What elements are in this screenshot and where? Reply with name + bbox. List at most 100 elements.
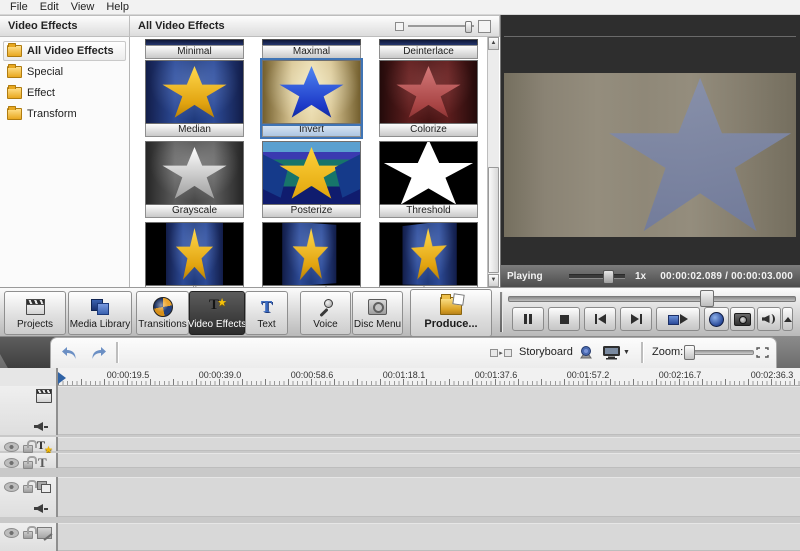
lock-icon[interactable] [23, 440, 37, 453]
tree-item-all-video-effects[interactable]: All Video Effects [3, 41, 126, 61]
previous-button[interactable] [584, 307, 616, 331]
audio-track-header[interactable] [0, 523, 58, 551]
projects-button[interactable]: Projects [4, 291, 66, 335]
visibility-eye-icon[interactable] [4, 441, 19, 452]
fit-to-screen-icon [755, 347, 769, 358]
effect-cell-flip[interactable]: Flip [145, 222, 244, 287]
timeline-corner [0, 337, 56, 368]
ruler-timestamp: 00:00:19.5 [106, 370, 150, 380]
visibility-eye-icon[interactable] [4, 481, 19, 492]
seek-slider-handle[interactable] [700, 290, 714, 307]
display-mode-button[interactable]: ▼ [602, 343, 630, 362]
video-effects-track-lane[interactable] [58, 437, 800, 451]
visibility-eye-icon[interactable] [4, 457, 19, 468]
effect-cell-skew[interactable]: Skew [379, 222, 478, 287]
transitions-icon [152, 296, 173, 317]
menu-help[interactable]: Help [100, 1, 135, 13]
scroll-up-button[interactable]: ▲ [488, 37, 499, 50]
main-video-track [0, 386, 800, 435]
scrollbar-thumb[interactable] [488, 167, 499, 273]
perspective-thumbnail [262, 222, 361, 286]
effect-cell-colorize[interactable]: Colorize [379, 60, 478, 137]
storyboard-label: Storyboard [519, 346, 573, 358]
video-effects-track-header[interactable] [0, 437, 58, 456]
snapshot-button[interactable] [730, 307, 755, 331]
main-video-track-lane[interactable] [58, 386, 800, 435]
mute-speaker-icon[interactable] [34, 504, 48, 513]
flip-thumbnail [145, 222, 244, 286]
effect-cell-invert[interactable]: Invert [260, 58, 363, 139]
tree-item-effect[interactable]: Effect [3, 83, 126, 103]
main-video-track-header[interactable] [0, 386, 58, 435]
media-library-icon [91, 298, 109, 315]
overlay-track-header[interactable] [0, 477, 58, 517]
redo-button[interactable] [86, 343, 110, 362]
produce-button[interactable]: Produce... [410, 289, 492, 337]
monitor-icon [603, 346, 621, 360]
effects-scrollbar[interactable]: ▲ ▼ [487, 37, 499, 287]
effect-label[interactable]: Maximal [262, 45, 361, 59]
video-effects-icon [208, 296, 227, 315]
menu-file[interactable]: File [4, 1, 34, 13]
playback-status: Playing [507, 270, 543, 282]
effect-label: Grayscale [145, 205, 244, 218]
overlay-track-lane[interactable] [58, 477, 800, 517]
timeline-zoom-handle[interactable] [684, 345, 695, 360]
volume-button[interactable] [757, 307, 781, 331]
audio-mixer-icon [580, 345, 592, 358]
speed-slider-handle[interactable] [603, 269, 614, 284]
menu-edit[interactable]: Edit [34, 1, 65, 13]
effect-cell-perspective[interactable]: Perspective [262, 222, 361, 287]
thumb-size-handle[interactable] [465, 21, 472, 33]
playhead-marker[interactable] [58, 372, 66, 384]
video-effects-button[interactable]: Video Effects [188, 291, 246, 335]
pause-button[interactable] [512, 307, 544, 331]
audio-mixer-button[interactable] [574, 343, 598, 362]
text-button[interactable]: T Text [245, 291, 288, 335]
text-icon: T [260, 296, 273, 316]
next-button[interactable] [620, 307, 652, 331]
tree-item-transform[interactable]: Transform [3, 104, 126, 124]
speed-slider[interactable] [569, 269, 625, 284]
folder-icon [7, 85, 22, 99]
transitions-button[interactable]: Transitions [136, 291, 189, 335]
lock-icon[interactable] [23, 456, 37, 469]
storyboard-toggle[interactable]: ▸ [488, 343, 514, 362]
thumbnail-size-slider[interactable] [395, 19, 491, 33]
fit-timeline-button[interactable] [752, 343, 772, 362]
skew-thumbnail [379, 222, 478, 286]
timeline-ruler[interactable]: 00:00:19.5 00:00:39.0 00:00:58.6 00:01:18.1… [0, 368, 800, 386]
media-library-button[interactable]: Media Library [68, 291, 132, 335]
menu-view[interactable]: View [65, 1, 101, 13]
play-segment-button[interactable] [656, 307, 700, 331]
text-track-header[interactable] [0, 453, 58, 471]
effect-cell-median[interactable]: Median [145, 60, 244, 137]
undo-button[interactable] [58, 343, 82, 362]
tree-item-special[interactable]: Special [3, 62, 126, 82]
folder-icon [7, 64, 22, 78]
stop-button[interactable] [548, 307, 580, 331]
mute-speaker-icon[interactable] [34, 422, 48, 431]
effect-label: Colorize [379, 124, 478, 137]
overlay-track [0, 477, 800, 517]
seek-slider[interactable] [508, 296, 796, 302]
lock-icon[interactable] [23, 480, 37, 493]
timeline-zoom-slider[interactable] [686, 350, 754, 355]
visibility-eye-icon[interactable] [4, 527, 19, 538]
effect-cell-threshold[interactable]: Threshold [379, 141, 478, 218]
effect-label[interactable]: Deinterlace [379, 45, 478, 59]
lock-icon[interactable] [23, 526, 37, 539]
video-effects-track-icon [37, 438, 53, 456]
effect-cell-posterize[interactable]: Posterize [262, 141, 361, 218]
audio-track-lane[interactable] [58, 523, 800, 551]
scroll-down-button[interactable]: ▼ [488, 274, 499, 287]
voice-button[interactable]: Voice [300, 291, 351, 335]
text-track-lane[interactable] [58, 453, 800, 468]
display-dropdown-arrow[interactable]: ▼ [623, 349, 630, 356]
effect-cell-grayscale[interactable]: Grayscale [145, 141, 244, 218]
volume-popup-button[interactable] [782, 307, 793, 331]
star-graphic [279, 146, 344, 199]
disc-menu-button[interactable]: Disc Menu [352, 291, 403, 335]
effects-settings-button[interactable] [704, 307, 729, 331]
effect-label[interactable]: Minimal [145, 45, 244, 59]
